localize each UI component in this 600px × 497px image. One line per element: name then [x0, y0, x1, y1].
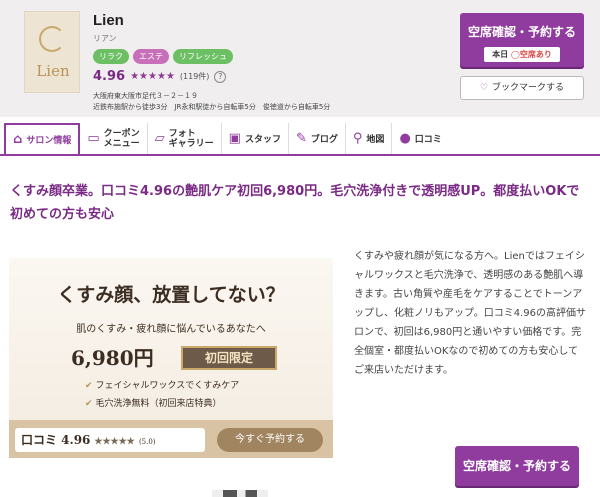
- coupon-icon: ▭: [87, 131, 100, 146]
- chat-icon: ●: [399, 131, 411, 146]
- reserve-button-top[interactable]: 空席確認・予約する 本日 ◯空席あり: [460, 13, 584, 67]
- banner-stars: ★★★★★: [94, 437, 135, 447]
- access-line: 近鉄布施駅から徒歩3分 JR永和駅徒から自転車5分 俊徳道から自転車5分: [93, 103, 331, 111]
- tab-staff[interactable]: ▣ スタッフ: [222, 123, 289, 154]
- tag-relaxation: リラク: [93, 49, 129, 64]
- today-label: 本日: [492, 50, 509, 59]
- tab-label: 地図: [366, 135, 385, 145]
- staff-icon: ▣: [228, 131, 241, 146]
- banner-limited-badge: 初回限定: [181, 346, 277, 370]
- banner-feature-2: ✔ 毛穴洗浄無料（初回来店特典）: [85, 399, 222, 409]
- bookmark-button[interactable]: ♡ ブックマークする: [460, 76, 584, 100]
- reserve-button-bottom[interactable]: 空席確認・予約する: [455, 446, 579, 486]
- tab-blog[interactable]: ✎ ブログ: [289, 123, 346, 154]
- banner-title: くすみ顔、放置してない？: [57, 284, 285, 306]
- banner-price: 6,980円: [71, 346, 154, 370]
- available-circle-icon: ◯: [510, 50, 520, 59]
- tab-salon-info[interactable]: ⌂ サロン情報: [4, 123, 81, 154]
- tab-photo-gallery[interactable]: ▱ フォト ギャラリー: [148, 123, 222, 154]
- banner-review-score: 口コミ 4.96 ★★★★★ (5.0): [15, 428, 205, 452]
- rating-row: 4.96 ★★★★★ (119件) ?: [93, 69, 227, 84]
- tag-refresh: リフレッシュ: [173, 49, 233, 64]
- map-pin-icon: ⚲: [352, 131, 363, 146]
- banner-subtitle: 肌のくすみ・疲れ顔に悩んでいるあなたへ: [76, 324, 266, 335]
- genre-tags: リラク エステ リフレッシュ: [93, 49, 233, 64]
- tab-label: 口コミ: [414, 135, 442, 145]
- salon-logo: Lien: [24, 11, 80, 93]
- heart-icon: ♡: [479, 83, 489, 93]
- salon-name: Lien: [93, 12, 124, 29]
- banner-book-button[interactable]: 今すぐ予約する: [217, 428, 323, 452]
- help-icon[interactable]: ?: [214, 70, 227, 83]
- tab-label: ブログ: [310, 135, 338, 145]
- tab-coupon-menu[interactable]: ▭ クーポン メニュー: [80, 123, 148, 154]
- salon-header: Lien Lien リアン リラク エステ リフレッシュ 4.96 ★★★★★ …: [0, 0, 600, 117]
- availability-badge: 本日 ◯空席あり: [484, 47, 560, 62]
- salon-tabs: ⌂ サロン情報 ▭ クーポン メニュー ▱ フォト ギャラリー ▣ スタッフ ✎ ブ…: [0, 123, 600, 156]
- moon-icon: [39, 26, 65, 52]
- partial-image: [212, 490, 268, 497]
- salon-kana: リアン: [93, 34, 117, 43]
- logo-text: Lien: [36, 62, 70, 80]
- rating-stars: ★★★★★: [130, 71, 175, 82]
- reserve-label: 空席確認・予約する: [467, 25, 576, 39]
- tab-label: フォト ギャラリー: [168, 128, 214, 149]
- tab-map[interactable]: ⚲ 地図: [346, 123, 393, 154]
- review-count-link[interactable]: (119件): [180, 71, 210, 82]
- tab-label: サロン情報: [26, 136, 72, 146]
- tab-reviews[interactable]: ● 口コミ: [392, 123, 448, 154]
- availability-status: 空席あり: [519, 50, 552, 59]
- bookmark-label: ブックマークする: [492, 83, 565, 93]
- catch-headline: くすみ顔卒業。口コミ4.96の艶肌ケア初回6,980円。毛穴洗浄付きで透明感UP…: [10, 184, 580, 222]
- home-icon: ⌂: [13, 132, 23, 147]
- salon-description: くすみや疲れ顔が気になる方へ。Lienではフェイシャルワックスと毛穴洗浄で、透明…: [354, 251, 586, 376]
- banner-feature-1: ✔ フェイシャルワックスでくすみケア: [85, 381, 240, 391]
- address-line: 大阪府東大阪市足代３－２－１９: [93, 92, 198, 100]
- pen-icon: ✎: [295, 131, 307, 146]
- tab-label: スタッフ: [244, 135, 281, 145]
- photo-icon: ▱: [154, 131, 165, 146]
- tag-esthetic: エステ: [133, 49, 169, 64]
- check-icon: ✔: [85, 399, 93, 409]
- rating-score: 4.96: [93, 69, 126, 84]
- promo-banner[interactable]: くすみ顔、放置してない？ 肌のくすみ・疲れ顔に悩んでいるあなたへ 6,980円 …: [9, 258, 333, 458]
- check-icon: ✔: [85, 381, 93, 391]
- salon-address: 大阪府東大阪市足代３－２－１９ 近鉄布施駅から徒歩3分 JR永和駅徒から自転車5…: [93, 91, 330, 113]
- tab-label: クーポン メニュー: [103, 128, 140, 149]
